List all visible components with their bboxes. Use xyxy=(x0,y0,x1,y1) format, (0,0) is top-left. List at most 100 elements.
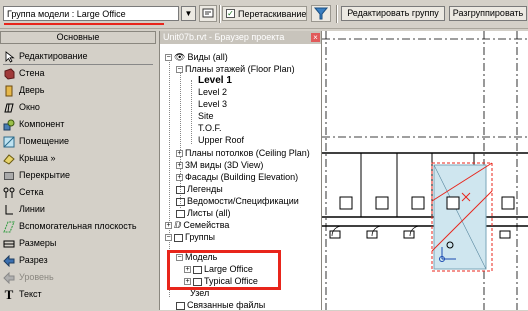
section-icon xyxy=(3,254,15,267)
expand-icon[interactable]: + xyxy=(176,150,183,158)
roof-icon xyxy=(3,153,15,165)
expand-icon[interactable]: + xyxy=(165,222,172,230)
tree-item-3d-views[interactable]: +3М виды (3D View) xyxy=(176,160,263,171)
arrow-icon xyxy=(3,50,15,63)
tree-item-label: 3М виды (3D View) xyxy=(185,160,264,170)
properties-button[interactable] xyxy=(199,5,217,22)
collapse-icon[interactable]: − xyxy=(165,234,172,242)
design-bar-item-label: Крыша » xyxy=(19,153,56,163)
tree-item-families[interactable]: + ⅅ Семейства xyxy=(165,220,229,231)
text-icon: T xyxy=(4,286,14,302)
link-icon xyxy=(176,301,185,310)
floor-plan-drawing xyxy=(322,31,528,310)
ungroup-button[interactable]: Разгруппировать xyxy=(449,6,527,21)
tree-item-upper-roof[interactable]: Upper Roof xyxy=(198,135,244,146)
tree-item-elevations[interactable]: + Фасады (Building Elevation) xyxy=(176,172,298,183)
expand-icon[interactable]: + xyxy=(176,162,183,170)
group-type-combo[interactable]: Группа модели : Large Office xyxy=(3,6,179,25)
design-bar-item-floor[interactable]: Перекрытие xyxy=(3,167,70,183)
red-highlight-box xyxy=(167,250,281,290)
tree-item-schedules[interactable]: Ведомости/Спецификации xyxy=(176,196,299,207)
tree-line xyxy=(191,80,192,144)
wall-icon xyxy=(3,68,15,80)
design-bar-item-label: Помещение xyxy=(19,136,69,146)
design-bar-item-label: Редактирование xyxy=(19,51,88,61)
design-bar-item-label: Стена xyxy=(19,68,45,78)
options-toolbar: Группа модели : Large Office ▼ ✓ Перетас… xyxy=(0,0,528,29)
tree-item-label: Листы (all) xyxy=(187,208,231,218)
design-bar-item-level[interactable]: Уровень xyxy=(3,269,54,285)
design-bar-tab-basics[interactable]: Основные xyxy=(0,31,156,44)
tree-item-floor-plans[interactable]: − Планы этажей (Floor Plan) xyxy=(176,64,295,75)
room-icon xyxy=(3,136,15,148)
checkbox-checked-icon: ✓ xyxy=(226,9,235,18)
close-icon[interactable]: × xyxy=(311,33,320,42)
design-bar: Основные Редактирование Стена Дверь Окно… xyxy=(0,31,159,310)
toolbar-separator xyxy=(219,5,221,23)
design-bar-item-label: Компонент xyxy=(19,119,65,129)
tree-item-sheets[interactable]: Листы (all) xyxy=(176,208,231,219)
tree-item-label: Планы этажей (Floor Plan) xyxy=(185,64,295,74)
level-icon xyxy=(3,271,15,284)
tree-item-ceiling-plans[interactable]: + Планы потолков (Ceiling Plan) xyxy=(176,148,310,159)
design-bar-item-label: Сетка xyxy=(19,187,44,197)
design-bar-item-text[interactable]: T Текст xyxy=(3,286,42,302)
tree-item-links[interactable]: Связанные файлы xyxy=(176,300,265,311)
group-type-value: Группа модели : Large Office xyxy=(7,9,126,19)
design-bar-item-component[interactable]: Компонент xyxy=(3,116,64,132)
door-icon xyxy=(3,85,15,97)
tree-item-legends[interactable]: Легенды xyxy=(176,184,223,195)
window-icon xyxy=(3,102,15,114)
tree-item-site[interactable]: Site xyxy=(198,111,214,122)
tree-item-level-2[interactable]: Level 2 xyxy=(198,87,227,98)
design-bar-item-window[interactable]: Окно xyxy=(3,99,40,115)
tree-item-groups[interactable]: − Группы xyxy=(165,232,215,243)
tree-item-label: Семейства xyxy=(183,220,230,230)
drawing-canvas[interactable] xyxy=(321,31,528,310)
design-bar-item-lines[interactable]: Линии xyxy=(3,201,45,217)
tree-item-tof[interactable]: T.O.F. xyxy=(198,123,222,134)
tree-item-label: Легенды xyxy=(187,184,223,194)
collapse-icon[interactable]: − xyxy=(165,54,172,62)
project-browser-title: Unit07b.rvt - Браузер проекта × xyxy=(160,31,322,44)
lines-icon xyxy=(3,204,15,216)
design-bar-item-grid[interactable]: Сетка xyxy=(3,184,43,200)
edit-group-button[interactable]: Редактировать группу xyxy=(341,6,445,21)
expand-icon[interactable]: + xyxy=(176,174,183,182)
filter-button[interactable] xyxy=(311,5,331,22)
tree-item-level-3[interactable]: Level 3 xyxy=(198,99,227,110)
design-bar-item-room[interactable]: Помещение xyxy=(3,133,69,149)
drag-checkbox-label: Перетаскивание xyxy=(238,9,307,19)
properties-icon xyxy=(202,8,214,18)
tree-item-views[interactable]: − 👁 Виды (all) xyxy=(165,52,228,63)
design-bar-item-door[interactable]: Дверь xyxy=(3,82,44,98)
tree-item-label: Связанные файлы xyxy=(187,300,266,310)
group-icon xyxy=(174,233,183,242)
tree-item-label: Фасады (Building Elevation) xyxy=(185,172,299,182)
toolbar-separator xyxy=(336,5,338,23)
collapse-icon[interactable]: − xyxy=(176,66,183,74)
design-bar-item-label: Вспомогательная плоскость xyxy=(19,221,137,231)
component-icon xyxy=(3,119,15,131)
legend-icon xyxy=(176,185,185,194)
design-bar-item-dimension[interactable]: Размеры xyxy=(3,235,56,251)
project-browser-title-text: Unit07b.rvt - Браузер проекта xyxy=(163,32,285,42)
chevron-down-icon[interactable]: ▼ xyxy=(181,6,196,21)
design-bar-item-label: Перекрытие xyxy=(19,170,71,180)
ref-plane-icon xyxy=(3,221,15,233)
design-bar-item-label: Текст xyxy=(19,289,42,299)
tree-item-label: Ведомости/Спецификации xyxy=(187,196,299,206)
design-bar-item-wall[interactable]: Стена xyxy=(3,65,45,81)
design-bar-item-label: Размеры xyxy=(19,238,57,248)
drag-checkbox[interactable]: ✓ Перетаскивание xyxy=(222,6,307,21)
sheet-icon xyxy=(176,209,185,218)
family-icon: ⅅ xyxy=(174,220,182,230)
design-bar-item-section[interactable]: Разрез xyxy=(3,252,48,268)
eye-icon: 👁 xyxy=(174,52,186,62)
design-bar-item-ref-plane[interactable]: Вспомогательная плоскость xyxy=(3,218,137,234)
filter-icon xyxy=(313,7,329,20)
design-bar-item-label: Разрез xyxy=(19,255,48,265)
tree-item-level-1[interactable]: Level 1 xyxy=(198,75,232,86)
design-bar-item-roof[interactable]: Крыша » xyxy=(3,150,55,166)
design-bar-item-modify[interactable]: Редактирование xyxy=(3,48,153,65)
